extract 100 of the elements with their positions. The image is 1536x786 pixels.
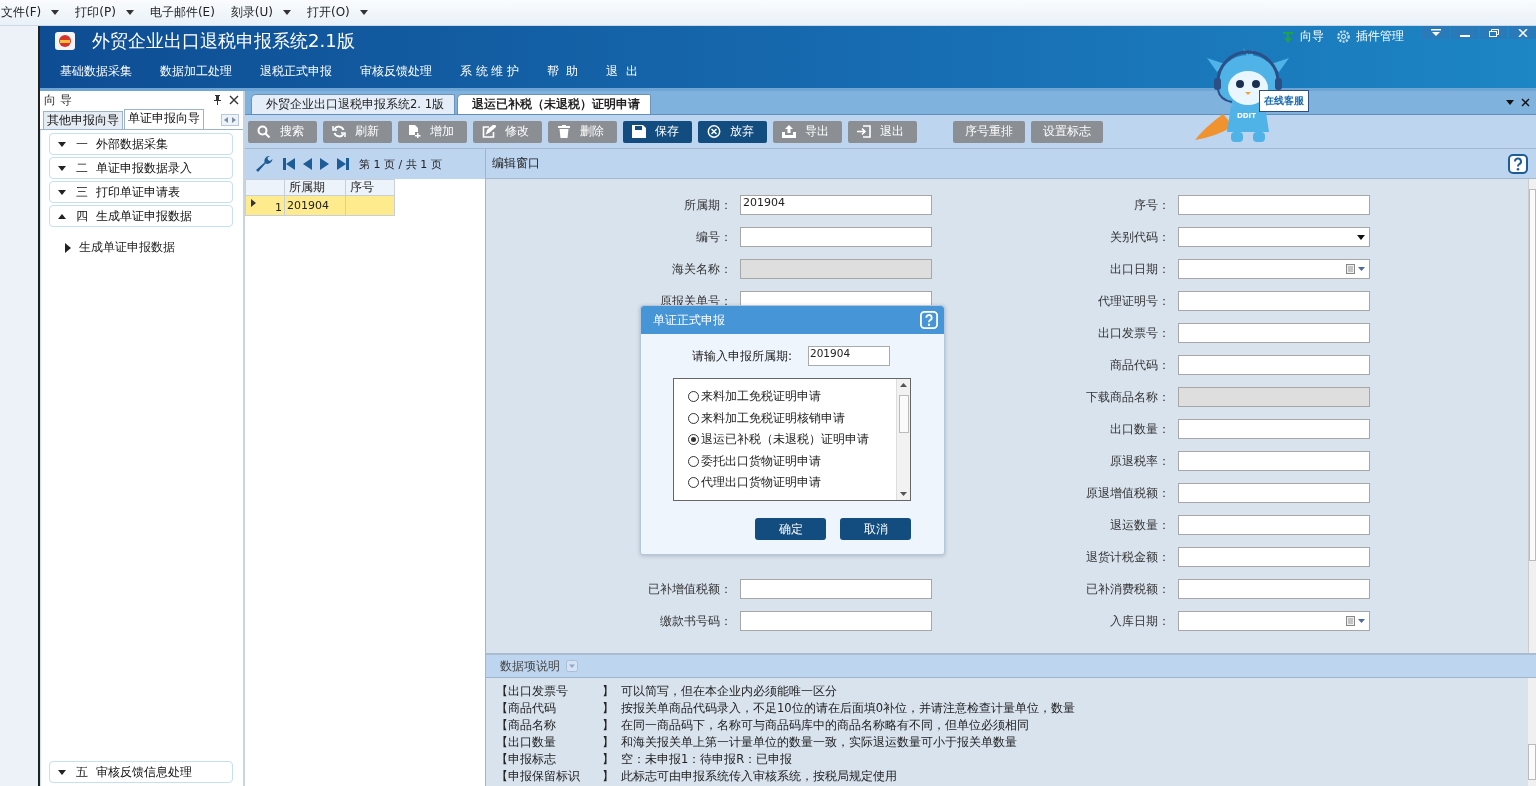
online-service-link[interactable]: 在线客服: [1259, 90, 1309, 112]
column-header[interactable]: 所属期: [284, 179, 346, 196]
panel-tab[interactable]: 其他申报向导: [43, 111, 123, 129]
calendar-icon[interactable]: [1346, 616, 1366, 626]
input-field[interactable]: [1178, 483, 1370, 503]
radio-button[interactable]: [688, 455, 699, 467]
option-label[interactable]: 委托出口货物证明申请: [701, 452, 821, 470]
menu-item[interactable]: 文件(F): [1, 4, 42, 21]
column-header[interactable]: 序号: [345, 179, 395, 196]
option-label[interactable]: 代理出口货物证明申请: [701, 474, 821, 492]
previous-page-icon[interactable]: [303, 158, 312, 170]
menu-item[interactable]: 打开(O): [307, 4, 350, 21]
nav-menu-item[interactable]: 帮 助: [546, 63, 579, 79]
toolbar-button[interactable]: 保存: [623, 120, 692, 143]
date-field[interactable]: [1178, 259, 1370, 279]
dropdown-field[interactable]: [1178, 227, 1370, 247]
header-link[interactable]: 插件管理: [1356, 28, 1404, 45]
caret-icon[interactable]: [1506, 100, 1514, 105]
table-row[interactable]: 1 201904: [245, 195, 395, 216]
radio-button[interactable]: [688, 434, 699, 446]
input-field[interactable]: 201904: [740, 195, 932, 215]
accordion-header[interactable]: 二 单证申报数据录入: [49, 157, 233, 179]
caret-icon[interactable]: [125, 10, 134, 15]
next-page-icon[interactable]: [320, 158, 329, 170]
toolbar-button[interactable]: 放弃: [698, 120, 767, 143]
caret-icon[interactable]: [1357, 234, 1365, 240]
input-field[interactable]: [740, 259, 932, 279]
input-field[interactable]: [1178, 195, 1370, 215]
scroll-thumb[interactable]: [898, 395, 909, 433]
close-icon[interactable]: [1521, 98, 1530, 107]
help-icon[interactable]: [1508, 153, 1528, 174]
menu-item[interactable]: 电子邮件(E): [149, 4, 215, 21]
nav-menu-item[interactable]: 系 统 维 护: [460, 63, 519, 79]
menu-item[interactable]: 打印(P): [75, 4, 116, 21]
document-tab[interactable]: 退运已补税（未退税）证明申请: [456, 94, 651, 114]
caret-icon[interactable]: [359, 10, 368, 15]
close-icon[interactable]: [229, 95, 239, 105]
cancel-icon[interactable]: [707, 125, 721, 138]
input-field[interactable]: [740, 611, 932, 631]
input-field[interactable]: [1178, 547, 1370, 567]
calendar-icon[interactable]: [1346, 264, 1366, 274]
nav-menu-item[interactable]: 退 出: [606, 63, 638, 79]
tab-scroll-buttons[interactable]: [221, 114, 239, 126]
accordion-header[interactable]: 一 外部数据采集: [49, 133, 233, 155]
radio-button[interactable]: [688, 391, 699, 403]
dialog-button[interactable]: 确定: [755, 518, 826, 540]
caret-icon[interactable]: [283, 10, 291, 15]
input-field[interactable]: [1178, 323, 1370, 343]
first-page-icon[interactable]: [283, 158, 295, 170]
input-field[interactable]: [1178, 515, 1370, 535]
scrollbar[interactable]: [1528, 678, 1536, 786]
header-link[interactable]: 向导: [1300, 28, 1324, 45]
nav-menu-item[interactable]: 审核反馈处理: [360, 63, 432, 79]
tree-item[interactable]: 生成单证申报数据: [79, 239, 175, 256]
scrollbar[interactable]: [1528, 179, 1536, 653]
input-field[interactable]: [740, 227, 932, 247]
accordion-header[interactable]: 三 打印单证申请表: [49, 181, 233, 203]
trash-icon[interactable]: [557, 125, 571, 138]
accordion-header[interactable]: 四 生成单证申报数据: [49, 205, 233, 227]
edit-icon[interactable]: [482, 125, 496, 138]
restore-button[interactable]: [1480, 26, 1507, 39]
caret-icon[interactable]: [51, 10, 60, 15]
input-field[interactable]: [1178, 451, 1370, 471]
settings-icon[interactable]: [1336, 29, 1351, 44]
save-icon[interactable]: [632, 125, 646, 138]
panel-tab[interactable]: 单证申报向导: [124, 109, 204, 129]
nav-menu-item[interactable]: 基础数据采集: [60, 63, 132, 79]
minimize-button[interactable]: [1451, 26, 1478, 39]
accordion-header[interactable]: 五 审核反馈信息处理: [49, 761, 233, 783]
input-field[interactable]: [1178, 419, 1370, 439]
close-button[interactable]: [1509, 26, 1536, 39]
option-label[interactable]: 来料加工免税证明申请: [701, 388, 821, 406]
nav-menu-item[interactable]: 退税正式申报: [260, 63, 332, 79]
option-label[interactable]: 来料加工免税证明核销申请: [701, 409, 845, 427]
nav-menu-item[interactable]: 数据加工处理: [160, 63, 232, 79]
export-icon[interactable]: [782, 125, 796, 138]
radio-button[interactable]: [688, 412, 699, 424]
search-icon[interactable]: [257, 125, 271, 138]
scroll-up-icon[interactable]: [900, 383, 907, 387]
dialog-button[interactable]: 取消: [840, 518, 911, 540]
add-file-icon[interactable]: [407, 125, 421, 138]
document-tab[interactable]: 外贸企业出口退税申报系统2. 1版: [251, 94, 455, 114]
input-field[interactable]: 201904: [808, 346, 890, 366]
option-label[interactable]: 退运已补税（未退税）证明申请: [701, 431, 869, 449]
input-field[interactable]: [1178, 387, 1370, 407]
scrollbar[interactable]: [896, 379, 910, 500]
dropdown-button[interactable]: [1422, 26, 1449, 39]
date-field[interactable]: [1178, 611, 1370, 631]
input-field[interactable]: [740, 579, 932, 599]
input-field[interactable]: [1178, 291, 1370, 311]
exit-icon[interactable]: [857, 125, 871, 138]
last-page-icon[interactable]: [337, 158, 349, 170]
pin-icon[interactable]: [213, 95, 222, 105]
restore-icon[interactable]: [1488, 28, 1499, 37]
input-field[interactable]: [1178, 579, 1370, 599]
wrench-icon[interactable]: [255, 155, 275, 173]
radio-button[interactable]: [688, 477, 699, 489]
scroll-down-icon[interactable]: [900, 492, 907, 496]
menu-item[interactable]: 刻录(U): [230, 4, 273, 21]
refresh-icon[interactable]: [332, 125, 346, 138]
